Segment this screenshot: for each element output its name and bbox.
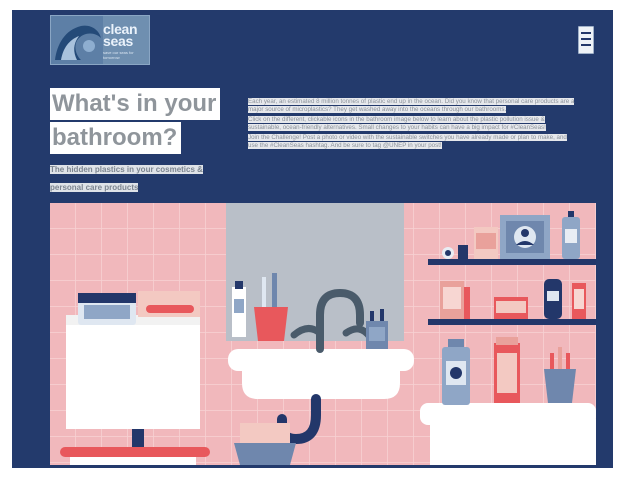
intro-paragraph: Click on the different, clickable icons … [248, 115, 576, 133]
menu-line-icon [581, 32, 591, 34]
intro-paragraph-text: Join the Challenge! Post a photo or vide… [248, 133, 567, 150]
toiletry-bag-icon[interactable] [78, 293, 136, 325]
page-title: What's in your bathroom? [50, 88, 221, 156]
clean-seas-logo[interactable]: clean seas save our seas for tomorrow [50, 15, 150, 65]
soap-dish-icon[interactable] [138, 291, 200, 317]
brand-name-line2: seas [103, 33, 133, 49]
deodorant-icon[interactable] [544, 279, 562, 319]
skincare-box-icon[interactable] [500, 215, 550, 259]
menu-line-icon [581, 44, 591, 46]
intro-text: Each year, an estimated 8 million tonnes… [248, 98, 576, 151]
sink [228, 349, 414, 399]
brand-name: clean seas [103, 22, 138, 49]
bathroom-illustration [50, 203, 596, 465]
page-title-line1: What's in your [50, 88, 221, 120]
menu-line-icon [581, 38, 591, 40]
brand-tagline: save our seas for tomorrow [103, 50, 134, 60]
page-subtitle: The hidden plastics in your cosmetics & … [50, 159, 220, 195]
intro-paragraph-text: Each year, an estimated 8 million tonnes… [248, 98, 575, 114]
intro-paragraph: Join the Challenge! Post a photo or vide… [248, 133, 576, 151]
bathtub [420, 403, 596, 465]
cream-jar-icon[interactable] [494, 297, 528, 319]
cotton-swab-box-icon[interactable] [494, 337, 520, 403]
pump-bottle-icon[interactable] [562, 211, 580, 259]
wave-logo-icon [51, 16, 103, 64]
intro-paragraph-text: Click on the different, clickable icons … [248, 115, 546, 132]
laundry-basket-icon[interactable] [234, 423, 296, 465]
toiletries-box-icon[interactable] [474, 227, 498, 259]
page-subtitle-text: The hidden plastics in your cosmetics & … [50, 165, 203, 192]
hamburger-menu-button[interactable] [578, 26, 594, 54]
intro-paragraph: Each year, an estimated 8 million tonnes… [248, 98, 576, 115]
page-title-line2: bathroom? [50, 122, 182, 154]
page-background: clean seas save our seas for tomorrow Wh… [12, 10, 613, 468]
mirror [226, 203, 404, 341]
shampoo-bottle-icon[interactable] [442, 339, 470, 405]
toothpaste-icon[interactable] [232, 281, 246, 337]
lotion-bottle-icon[interactable] [572, 283, 586, 319]
